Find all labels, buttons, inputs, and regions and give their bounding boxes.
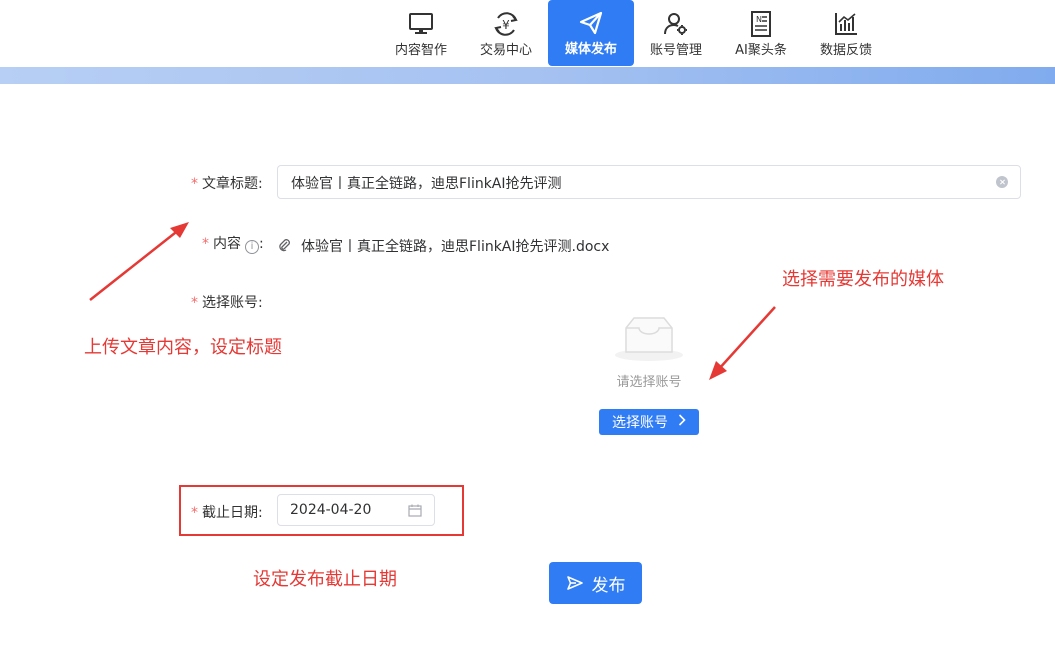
- annotation-deadline-note: 设定发布截止日期: [253, 569, 397, 590]
- bar-chart-icon: [831, 9, 861, 39]
- publish-button[interactable]: 发布: [549, 562, 642, 604]
- nav-label: 内容智作: [394, 42, 447, 58]
- calendar-icon: [408, 504, 422, 517]
- nav-item-account-management[interactable]: 账号管理: [633, 0, 719, 67]
- send-icon: [566, 576, 583, 590]
- nav-item-media-publish[interactable]: 媒体发布: [548, 0, 634, 66]
- paper-plane-icon: [576, 8, 606, 38]
- yuan-exchange-icon: ¥: [491, 9, 521, 39]
- article-title-label: * 文章标题:: [191, 176, 263, 192]
- content-label: * 内容 i:: [202, 236, 264, 254]
- svg-text:¥: ¥: [502, 18, 510, 32]
- required-mark: *: [191, 176, 198, 192]
- required-mark: *: [202, 236, 209, 252]
- arrow-to-account: [709, 306, 776, 380]
- nav-label: 媒体发布: [564, 42, 617, 57]
- nav-label: 数据反馈: [819, 42, 872, 58]
- required-mark: *: [191, 505, 198, 521]
- annotation-media-note: 选择需要发布的媒体: [782, 269, 944, 290]
- info-icon[interactable]: i: [245, 240, 259, 254]
- newspaper-icon: N: [746, 9, 776, 39]
- article-title-input[interactable]: 体验官丨真正全链路，迪思FlinkAI抢先评测: [277, 165, 1021, 199]
- header-banner: [0, 67, 1055, 84]
- nav-label: 账号管理: [649, 42, 702, 58]
- account-label: * 选择账号:: [191, 295, 263, 311]
- svg-text:N: N: [756, 15, 762, 24]
- monitor-icon: [406, 9, 436, 39]
- chevron-right-icon: [678, 414, 686, 430]
- required-mark: *: [191, 295, 198, 311]
- nav-label: AI聚头条: [735, 42, 787, 58]
- user-settings-icon: [661, 9, 691, 39]
- nav-item-content-creation[interactable]: 内容智作: [378, 0, 464, 67]
- top-navigation: 内容智作 ¥ 交易中心 媒体发布 账号管理 N AI聚头条 数据反馈: [0, 0, 1055, 67]
- select-account-button[interactable]: 选择账号: [599, 409, 699, 435]
- file-name: 体验官丨真正全链路，迪思FlinkAI抢先评测.docx: [301, 239, 610, 255]
- deadline-value: 2024-04-20: [290, 502, 372, 518]
- arrow-to-title: [89, 222, 189, 301]
- deadline-label: * 截止日期:: [191, 505, 263, 521]
- uploaded-file[interactable]: 体验官丨真正全链路，迪思FlinkAI抢先评测.docx: [278, 236, 609, 256]
- nav-item-trading-center[interactable]: ¥ 交易中心: [463, 0, 549, 67]
- empty-account-text: 请选择账号: [616, 375, 682, 390]
- clear-icon[interactable]: [996, 176, 1008, 188]
- article-title-value: 体验官丨真正全链路，迪思FlinkAI抢先评测: [291, 176, 562, 192]
- deadline-date-picker[interactable]: 2024-04-20: [277, 494, 435, 526]
- nav-item-data-feedback[interactable]: 数据反馈: [803, 0, 889, 67]
- paperclip-icon: [279, 239, 290, 252]
- nav-label: 交易中心: [479, 42, 532, 58]
- annotation-upload-note: 上传文章内容，设定标题: [84, 337, 282, 358]
- annotation-arrows: [89, 222, 776, 380]
- nav-item-ai-headlines[interactable]: N AI聚头条: [718, 0, 804, 67]
- empty-inbox-icon: [615, 317, 683, 361]
